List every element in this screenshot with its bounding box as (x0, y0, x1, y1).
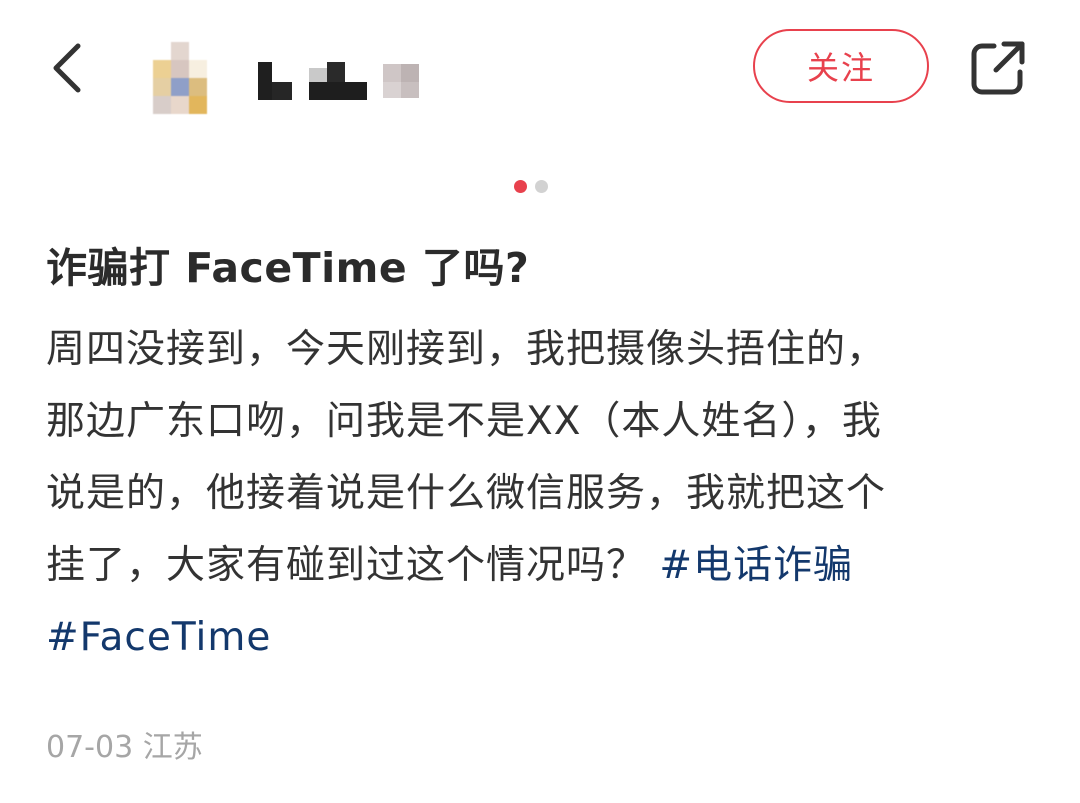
pager-dot-active[interactable] (514, 180, 527, 193)
post-body-line: 说是的，他接着说是什么微信服务，我就把这个 (46, 471, 887, 516)
chevron-left-icon (53, 43, 81, 93)
avatar[interactable] (130, 38, 230, 118)
post-location: 江苏 (142, 730, 203, 765)
username-mosaic-block-3 (383, 64, 419, 98)
share-button[interactable] (968, 38, 1028, 98)
post-body-line: #FaceTime (46, 602, 1036, 674)
post-title: 诈骗打 FaceTime 了吗? (46, 244, 530, 292)
post-body-line: 挂了，大家有碰到过这个情况吗？ #电话诈骗 (46, 530, 1036, 602)
post-body-line-text: 挂了，大家有碰到过这个情况吗？ (46, 543, 647, 588)
top-bar: 关注 (0, 0, 1080, 140)
post-body-line: 周四没接到，今天刚接到，我把摄像头捂住的， (46, 327, 887, 372)
username-mosaic-block-1 (258, 62, 292, 100)
post-date: 07-03 (46, 730, 134, 765)
hashtag-link[interactable]: #电话诈骗 (659, 543, 853, 588)
post-meta: 07-03 江苏 (46, 722, 203, 766)
username-pixelated[interactable] (255, 56, 421, 100)
hashtag-link[interactable]: #FaceTime (46, 615, 271, 660)
username-mosaic-block-2 (309, 62, 367, 100)
pager-dot[interactable] (535, 180, 548, 193)
avatar-pixelated-image (153, 42, 207, 114)
back-button[interactable] (44, 38, 92, 98)
post-body-line: 那边广东口吻，问我是不是XX（本人姓名），我 (46, 399, 882, 444)
image-pager-dots (514, 180, 548, 193)
share-icon (971, 41, 1025, 95)
follow-button[interactable]: 关注 (753, 29, 929, 103)
post-body: 周四没接到，今天刚接到，我把摄像头捂住的， 那边广东口吻，问我是不是XX（本人姓… (46, 314, 1036, 674)
